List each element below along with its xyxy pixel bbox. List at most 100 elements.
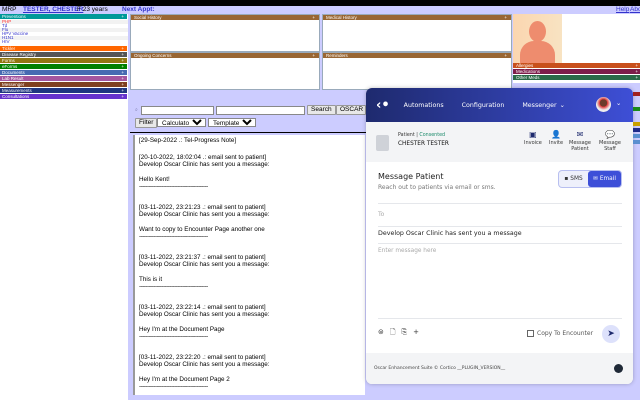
section-label: Forms — [2, 58, 15, 63]
message-patient-button[interactable]: ✉ Message Patient — [569, 130, 591, 152]
copy-to-encounter-checkbox[interactable] — [527, 330, 534, 337]
search-input-1[interactable] — [141, 106, 214, 115]
invite-button[interactable]: 👤 Invite — [549, 130, 563, 146]
chevron-down-icon[interactable]: ⌄ — [616, 100, 621, 107]
sms-button[interactable]: ▪ SMS — [559, 171, 588, 187]
nav-section-documents[interactable]: Documents + — [0, 70, 127, 75]
send-button[interactable]: ➤ — [602, 325, 620, 343]
message-staff-button[interactable]: 💬 Message Staff — [599, 130, 621, 152]
filter-button[interactable]: Filter — [135, 118, 158, 128]
add-icon[interactable]: + — [504, 15, 507, 20]
calculators-select[interactable]: Calculators — [157, 118, 206, 127]
add-icon[interactable]: + — [504, 53, 507, 58]
add-icon[interactable]: + — [121, 82, 124, 87]
note-line: Develop Oscar Clinic has sent you a mess… — [139, 211, 270, 219]
encounter-notes[interactable]: [29-Sep-2022 .: Tel-Progress Note] [20-10… — [133, 135, 365, 395]
message-title: Message Patient — [378, 172, 444, 181]
social-history-title[interactable]: Social History — [134, 15, 162, 20]
copy-icon[interactable]: ⎘ — [402, 328, 408, 339]
nav-section-disease-registry[interactable]: Disease Registry + — [0, 52, 127, 57]
bar-other-meds[interactable]: Other Meds + — [513, 75, 640, 80]
templates-select[interactable]: Templates — [208, 118, 256, 127]
side-button[interactable] — [633, 92, 640, 96]
patient-info: F 23 years — [77, 6, 108, 13]
nav-section-measurements[interactable]: Measurements + — [0, 88, 127, 93]
add-icon[interactable]: + — [312, 15, 315, 20]
nav-sections: Tickler + Disease Registry + Forms + eForms + Do… — [0, 46, 128, 99]
user-plus-icon: 👤 — [551, 130, 561, 139]
nav-section-consultations[interactable]: Consultations + — [0, 94, 127, 99]
add-icon[interactable]: + — [121, 46, 124, 51]
section-label: Documents — [2, 70, 25, 75]
note-line: [29-Sep-2022 .: Tel-Progress Note] — [139, 137, 237, 144]
reminders-title[interactable]: Reminders — [326, 53, 348, 58]
nav-section-forms[interactable]: Forms + — [0, 58, 127, 63]
side-button[interactable] — [633, 122, 640, 126]
add-icon[interactable]: + — [121, 58, 124, 63]
bar-allergies[interactable]: Allergies + — [513, 63, 640, 68]
sms-icon: ▪ — [564, 176, 569, 182]
about-link[interactable]: Abo — [630, 6, 640, 14]
patient-photo[interactable] — [513, 14, 562, 63]
add-icon[interactable]: + — [121, 76, 124, 81]
note-line: Hello Kent! — [139, 175, 170, 183]
note-entry[interactable]: [03-11-2022, 23:21:37 .: email sent to p… — [139, 254, 361, 290]
email-button[interactable]: ✉ Email — [588, 171, 621, 187]
user-avatar[interactable] — [596, 97, 611, 112]
template-icon[interactable]: ⊜ — [378, 328, 384, 339]
ongoing-concerns-title[interactable]: Ongoing Concerns — [134, 53, 172, 58]
cortico-logo-icon[interactable]: ‹• — [376, 98, 390, 113]
oscar-search-button[interactable]: OSCAR S — [336, 105, 366, 115]
note-entry[interactable]: [03-11-2022, 23:21:23 .: email sent to p… — [139, 204, 361, 240]
note-entry[interactable]: [03-11-2022, 23:22:14 .: email sent to p… — [139, 304, 361, 340]
side-button[interactable] — [633, 128, 640, 132]
preventions-list: PHP Td Flu HPV Vaccine H1N1 HIV — [0, 19, 128, 44]
add-icon[interactable]: + — [121, 64, 124, 69]
note-line — [139, 219, 361, 226]
side-button[interactable] — [633, 140, 640, 144]
nav-section-messenger[interactable]: Messenger + — [0, 82, 127, 87]
add-icon[interactable]: + — [635, 69, 638, 74]
add-icon[interactable]: + — [635, 75, 638, 80]
subject-field[interactable]: Develop Oscar Clinic has sent you a mess… — [378, 230, 522, 237]
side-button[interactable] — [633, 134, 640, 138]
add-icon[interactable]: + — [121, 70, 124, 75]
nav-messenger[interactable]: Messenger — [522, 102, 556, 109]
search-input-2[interactable] — [216, 106, 305, 115]
side-button[interactable] — [633, 107, 640, 111]
nav-configuration[interactable]: Configuration — [462, 102, 505, 109]
nav-section-eforms[interactable]: eForms + — [0, 64, 127, 69]
nav-section-tickler[interactable]: Tickler + — [0, 46, 127, 51]
patient-name: CHESTER TESTER — [398, 141, 449, 147]
nav-automations[interactable]: Automations — [404, 102, 444, 109]
add-icon[interactable]: + — [121, 52, 124, 57]
note-line: [03-11-2022, 23:21:37 .: email sent to p… — [139, 254, 266, 262]
note-entry[interactable]: [29-Sep-2022 .: Tel-Progress Note] — [139, 137, 361, 144]
medical-history-title[interactable]: Medical History — [326, 15, 357, 20]
document-icon[interactable]: 🗋 — [390, 328, 396, 339]
message-body-input[interactable]: Enter message here — [378, 248, 622, 318]
invoice-button[interactable]: ▣ Invoice — [524, 130, 542, 146]
add-icon[interactable]: + — [635, 63, 638, 68]
note-entry[interactable]: [03-11-2022, 23:22:20 .: email sent to p… — [139, 354, 361, 390]
add-icon[interactable]: + — [312, 53, 315, 58]
bar-medications[interactable]: Medications + — [513, 69, 640, 74]
note-divider: ----------------------------------------… — [139, 333, 208, 340]
preventions-header[interactable]: Preventions + — [0, 14, 127, 19]
nav-section-lab-result[interactable]: Lab Result + — [0, 76, 127, 81]
patient-name-link[interactable]: TESTER, CHESTER — [23, 6, 83, 14]
add-icon[interactable]: + — [121, 94, 124, 99]
minimize-icon[interactable] — [614, 364, 623, 373]
bar-label: Allergies — [516, 63, 534, 68]
note-entry[interactable]: [20-10-2022, 18:02:04 .: email sent to p… — [139, 154, 361, 190]
chevron-down-icon[interactable]: ⌄ — [560, 102, 565, 109]
section-label: eForms — [2, 64, 18, 69]
to-field[interactable]: To — [378, 211, 384, 218]
help-link[interactable]: Help — [616, 6, 629, 14]
note-line — [139, 319, 361, 326]
add-icon[interactable]: + — [121, 14, 124, 19]
patient-bar: Patient | Consented CHESTER TESTER ▣ Invo… — [366, 122, 633, 162]
search-button[interactable]: Search — [307, 105, 336, 115]
plus-icon[interactable]: + — [413, 328, 419, 339]
add-icon[interactable]: + — [121, 88, 124, 93]
